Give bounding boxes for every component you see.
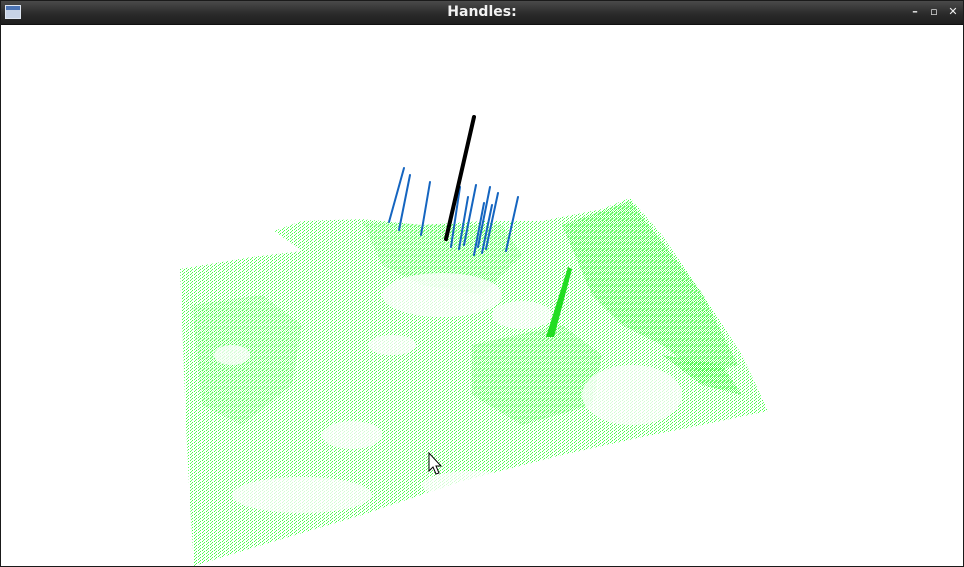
minimize-button[interactable]: – <box>908 5 922 19</box>
window-title: Handles: <box>447 4 517 20</box>
application-window: Handles: – ▫ ✕ <box>0 0 964 567</box>
3d-viewport[interactable] <box>2 25 962 566</box>
scene-canvas[interactable] <box>2 25 962 566</box>
close-button[interactable]: ✕ <box>946 5 960 19</box>
maximize-button[interactable]: ▫ <box>927 5 941 19</box>
title-bar[interactable]: Handles: – ▫ ✕ <box>1 1 963 25</box>
